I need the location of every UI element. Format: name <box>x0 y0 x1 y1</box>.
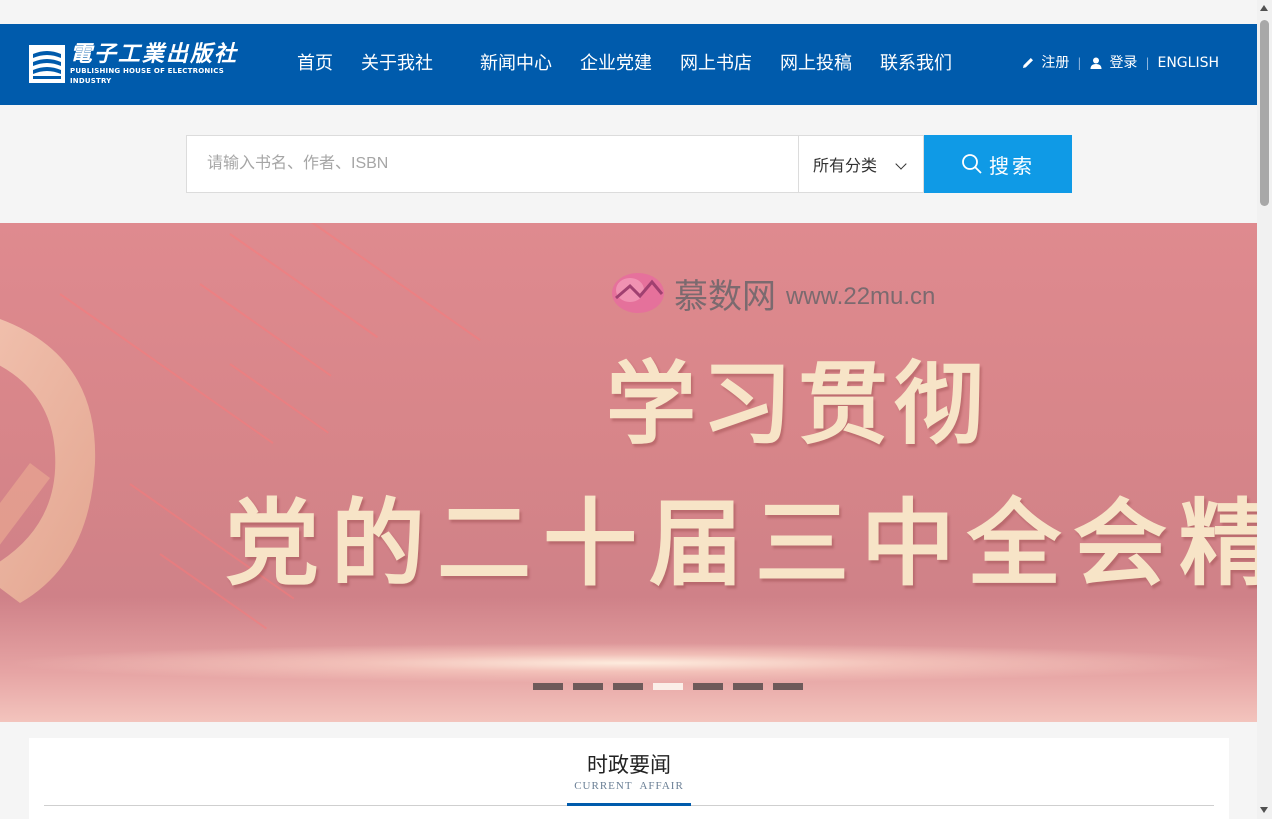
divider: | <box>1145 56 1150 70</box>
nav-contact[interactable]: 联系我们 <box>880 52 952 76</box>
carousel-dot-2[interactable] <box>573 683 603 690</box>
nav-submission[interactable]: 网上投稿 <box>780 52 852 76</box>
user-icon <box>1090 57 1102 69</box>
watermark-url: www.22mu.cn <box>786 283 936 310</box>
nav-home[interactable]: 首页 <box>297 52 333 76</box>
carousel-dot-1[interactable] <box>533 683 563 690</box>
chevron-down-icon <box>895 158 907 170</box>
section-title-underline <box>567 803 691 806</box>
search-input[interactable] <box>186 135 798 193</box>
english-link[interactable]: ENGLISH <box>1157 54 1219 72</box>
banner-glow <box>0 643 1257 683</box>
carousel-dot-4[interactable] <box>653 683 683 690</box>
search-button-label: 搜索 <box>989 153 1035 178</box>
carousel-indicators <box>533 683 803 690</box>
register-link[interactable]: 注册 <box>1041 54 1069 72</box>
decor-streak <box>229 233 379 339</box>
section-subtitle: CURRENT AFFAIR <box>574 780 684 792</box>
carousel-dot-6[interactable] <box>733 683 763 690</box>
scrollbar-thumb[interactable] <box>1260 20 1269 206</box>
nav-bookstore[interactable]: 网上书店 <box>680 52 752 76</box>
user-links: 注册 | 登录 | ENGLISH <box>1021 54 1219 72</box>
top-header: 電子工業出版社 PUBLISHING HOUSE OF ELECTRONICS … <box>0 24 1257 105</box>
carousel-dot-3[interactable] <box>613 683 643 690</box>
book-logo-icon <box>28 44 66 84</box>
scroll-down-arrow-icon[interactable] <box>1260 807 1268 813</box>
pencil-icon <box>1023 58 1034 68</box>
decor-streak <box>299 223 481 342</box>
nav-about[interactable]: 关于我社 <box>361 52 433 76</box>
watermark: 慕数网 www.22mu.cn <box>608 268 935 318</box>
nav-party[interactable]: 企业党建 <box>580 52 652 76</box>
category-selected-label: 所有分类 <box>813 156 878 175</box>
search-button[interactable]: 搜索 <box>924 135 1072 193</box>
decor-streak <box>199 283 332 377</box>
section-title[interactable]: 时政要闻 <box>29 752 1229 778</box>
current-affairs-section: 时政要闻 CURRENT AFFAIR <box>29 738 1229 819</box>
divider: | <box>1077 56 1082 70</box>
hammer-sickle-emblem <box>0 318 96 603</box>
search-bar: 所有分类 搜索 <box>186 135 1072 193</box>
logo-text-cn: 電子工業出版社 <box>70 41 239 67</box>
watermark-logo-icon <box>612 273 664 313</box>
category-select[interactable]: 所有分类 <box>798 135 924 193</box>
nav-news[interactable]: 新闻中心 <box>480 52 552 76</box>
logo-text-en: PUBLISHING HOUSE OF ELECTRONICS INDUSTRY <box>70 67 224 85</box>
carousel-dot-7[interactable] <box>773 683 803 690</box>
scroll-up-arrow-icon[interactable] <box>1260 5 1268 11</box>
site-logo[interactable]: 電子工業出版社 PUBLISHING HOUSE OF ELECTRONICS … <box>28 42 256 86</box>
banner-headline-2: 党的二十届三中全会精 <box>225 490 1257 599</box>
page-scrollbar[interactable] <box>1257 0 1272 819</box>
hero-banner[interactable]: 慕数网 www.22mu.cn 学习贯彻 党的二十届三中全会精 <box>0 223 1257 722</box>
watermark-text: 慕数网 <box>674 276 776 317</box>
banner-headline-1: 学习贯彻 <box>606 352 990 457</box>
carousel-dot-5[interactable] <box>693 683 723 690</box>
search-icon <box>962 154 982 174</box>
login-link[interactable]: 登录 <box>1109 54 1137 72</box>
